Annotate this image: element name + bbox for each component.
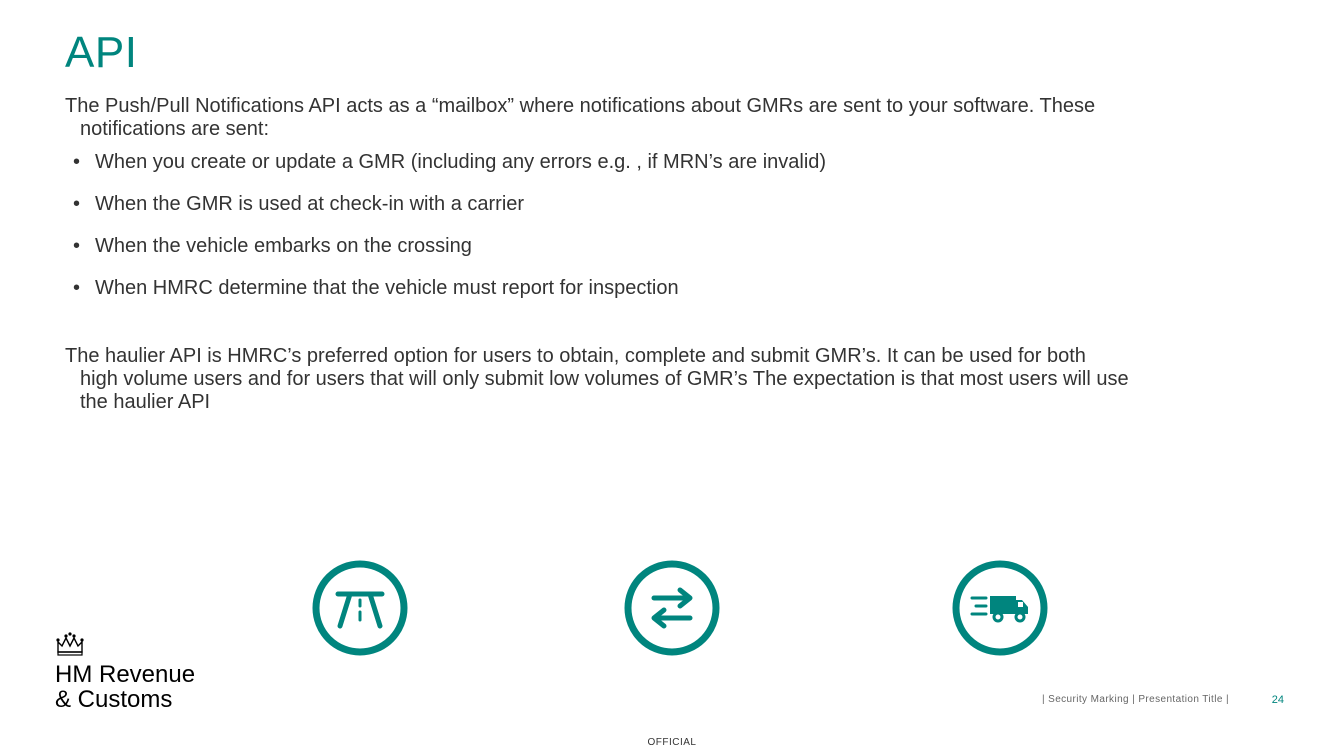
closing-line-3: the haulier API	[65, 391, 1275, 414]
logo-text: HM Revenue & Customs	[55, 662, 215, 712]
truck-icon	[950, 558, 1050, 658]
bullet-list: When you create or update a GMR (includi…	[65, 150, 1275, 318]
hmrc-logo: HM Revenue & Customs	[55, 630, 215, 712]
intro-line-1: The Push/Pull Notifications API acts as …	[65, 95, 1095, 117]
closing-line-1: The haulier API is HMRC’s preferred opti…	[65, 345, 1086, 367]
closing-text: The haulier API is HMRC’s preferred opti…	[65, 345, 1275, 414]
slide: API The Push/Pull Notifications API acts…	[0, 0, 1344, 756]
intro-text: The Push/Pull Notifications API acts as …	[65, 95, 1275, 141]
intro-line-2: notifications are sent:	[65, 118, 1275, 141]
slide-title: API	[65, 28, 137, 78]
closing-line-2: high volume users and for users that wil…	[65, 368, 1275, 391]
arrows-swap-icon	[622, 558, 722, 658]
footer-meta: | Security Marking | Presentation Title …	[1042, 694, 1229, 705]
page-number: 24	[1272, 694, 1284, 706]
bullet-item: When HMRC determine that the vehicle mus…	[65, 276, 1275, 300]
bullet-item: When the GMR is used at check-in with a …	[65, 192, 1275, 216]
logo-line-2: & Customs	[55, 687, 215, 712]
logo-line-1: HM Revenue	[55, 662, 215, 687]
road-icon	[310, 558, 410, 658]
bullet-item: When you create or update a GMR (includi…	[65, 150, 1275, 174]
classification-label: OFFICIAL	[647, 737, 696, 748]
bullet-item: When the vehicle embarks on the crossing	[65, 234, 1275, 258]
crown-icon	[55, 630, 85, 658]
